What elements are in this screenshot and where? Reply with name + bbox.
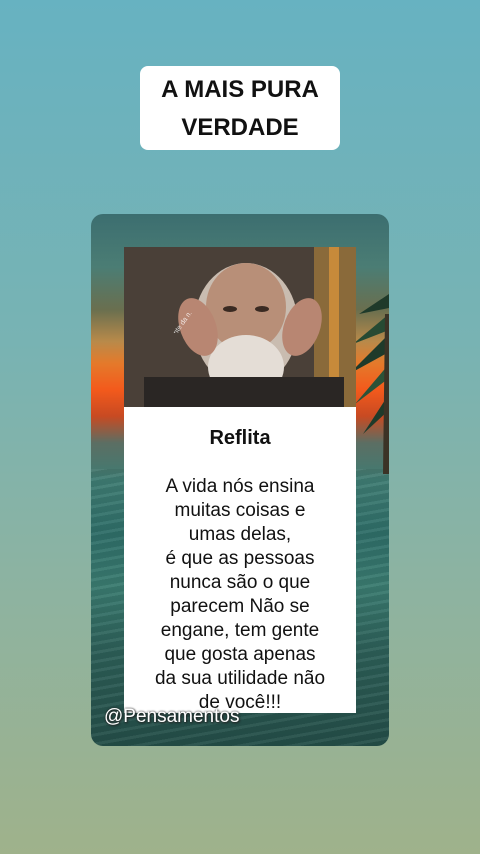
- svg-text:Fonte da motivação: Fonte da motivação: [168, 313, 209, 333]
- elder-portrait: Fonte da motivação: [124, 247, 356, 407]
- quote-card: Fonte da motivação Reflita A vida nós en…: [124, 247, 356, 713]
- author-handle: @Pensamentos: [104, 706, 240, 727]
- caption-heading: Reflita: [209, 427, 271, 449]
- title-box: A MAIS PURA VERDADE: [140, 66, 340, 150]
- title-line-1: A MAIS PURA: [161, 76, 319, 103]
- elder-portrait-image: [124, 247, 356, 407]
- title-line-2: VERDADE: [170, 112, 310, 144]
- caption-body: A vida nós ensina muitas coisas e umas d…: [154, 476, 326, 713]
- watermark-text: Fonte da motivação: [168, 313, 209, 333]
